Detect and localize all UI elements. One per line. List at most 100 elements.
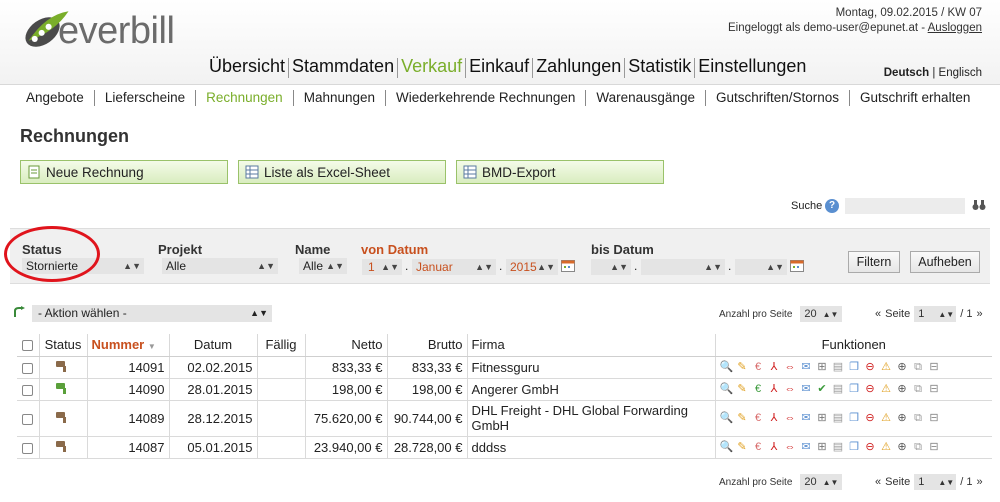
- page-select[interactable]: 1 ▲▼: [914, 474, 957, 490]
- subnav-gutschrift-erhalten[interactable]: Gutschrift erhalten: [850, 90, 980, 106]
- action-select[interactable]: - Aktion wählen - ▲▼: [32, 305, 272, 322]
- col-due[interactable]: Fällig: [257, 334, 306, 357]
- cart-icon[interactable]: ⊞: [816, 361, 829, 374]
- duplicate-icon[interactable]: ⧉: [912, 383, 925, 396]
- next-page-link[interactable]: »: [976, 476, 982, 488]
- duplicate-icon[interactable]: ⧉: [912, 441, 925, 454]
- row-checkbox[interactable]: [22, 413, 34, 425]
- search-icon[interactable]: 🔍: [720, 361, 734, 374]
- duplicate-icon[interactable]: ⧉: [912, 361, 925, 374]
- cart-icon[interactable]: ⊞: [816, 412, 829, 425]
- delete-doc-icon[interactable]: ⊖: [864, 383, 877, 396]
- mail-icon[interactable]: ✉: [800, 383, 813, 396]
- binoculars-icon[interactable]: [972, 199, 986, 211]
- calendar-icon[interactable]: [561, 260, 575, 272]
- nav-einkauf[interactable]: Einkauf: [467, 56, 531, 78]
- warning-icon[interactable]: ⚠: [880, 441, 893, 454]
- filter-button[interactable]: Filtern: [848, 251, 900, 273]
- archive-icon[interactable]: ⊟: [928, 361, 941, 374]
- copy-icon[interactable]: ❐: [848, 383, 861, 396]
- nav-verkauf[interactable]: Verkauf: [399, 56, 464, 78]
- lang-englisch[interactable]: Englisch: [939, 67, 982, 79]
- mail-icon[interactable]: ✉: [800, 361, 813, 374]
- code-icon[interactable]: ⇔: [784, 361, 797, 374]
- page-icon[interactable]: ▤: [832, 361, 845, 374]
- delete-doc-icon[interactable]: ⊖: [864, 441, 877, 454]
- warning-icon[interactable]: ⚠: [880, 383, 893, 396]
- col-gross[interactable]: Brutto: [387, 334, 468, 357]
- code-icon[interactable]: ⇔: [784, 412, 797, 425]
- clock-icon[interactable]: ⊕: [896, 412, 909, 425]
- help-icon[interactable]: ?: [825, 199, 839, 213]
- pdf-icon[interactable]: ⅄: [768, 383, 781, 396]
- search-icon[interactable]: 🔍: [720, 441, 734, 454]
- prev-page-link[interactable]: «: [875, 308, 881, 320]
- euro-icon[interactable]: €: [752, 361, 765, 374]
- calendar-icon[interactable]: [790, 260, 804, 272]
- warning-icon[interactable]: ⚠: [880, 412, 893, 425]
- euro-icon[interactable]: €: [752, 412, 765, 425]
- pdf-icon[interactable]: ⅄: [768, 361, 781, 374]
- subnav-warenausgaenge[interactable]: Warenausgänge: [586, 90, 706, 106]
- search-icon[interactable]: 🔍: [720, 412, 734, 425]
- row-checkbox[interactable]: [22, 442, 34, 454]
- trash-icon[interactable]: ⊟: [928, 383, 941, 396]
- code-icon[interactable]: ⇔: [784, 383, 797, 396]
- pencil-icon[interactable]: ✎: [736, 361, 749, 374]
- euro-icon[interactable]: €: [752, 383, 765, 396]
- pencil-icon[interactable]: ✎: [736, 412, 749, 425]
- copy-icon[interactable]: ❐: [848, 361, 861, 374]
- clock-icon[interactable]: ⊕: [896, 383, 909, 396]
- duplicate-icon[interactable]: ⧉: [912, 412, 925, 425]
- cart-check-icon[interactable]: ✔: [816, 383, 829, 396]
- pencil-icon[interactable]: ✎: [736, 441, 749, 454]
- page-select[interactable]: 1 ▲▼: [914, 306, 957, 322]
- next-page-link[interactable]: »: [976, 308, 982, 320]
- nav-zahlungen[interactable]: Zahlungen: [534, 56, 623, 78]
- mail-icon[interactable]: ✉: [800, 441, 813, 454]
- nav-statistik[interactable]: Statistik: [626, 56, 693, 78]
- bmd-export-button[interactable]: BMD-Export: [456, 160, 664, 184]
- page-icon[interactable]: ▤: [832, 412, 845, 425]
- col-net[interactable]: Netto: [305, 334, 388, 357]
- row-checkbox[interactable]: [22, 384, 34, 396]
- row-checkbox[interactable]: [22, 362, 34, 374]
- delete-doc-icon[interactable]: ⊖: [864, 361, 877, 374]
- col-number[interactable]: Nummer ▼: [87, 334, 170, 357]
- nav-einstellungen[interactable]: Einstellungen: [696, 56, 808, 78]
- copy-icon[interactable]: ❐: [848, 441, 861, 454]
- subnav-rechnungen[interactable]: Rechnungen: [196, 90, 294, 106]
- cart-icon[interactable]: ⊞: [816, 441, 829, 454]
- select-all-checkbox[interactable]: [22, 340, 34, 352]
- from-day-select[interactable]: 1 ▲▼: [362, 259, 402, 275]
- subnav-gutschriften[interactable]: Gutschriften/Stornos: [706, 90, 851, 106]
- per-page-select[interactable]: 20 ▲▼: [800, 474, 843, 490]
- name-select[interactable]: Alle ▲▼: [299, 258, 347, 274]
- from-month-select[interactable]: Januar ▲▼: [412, 259, 496, 275]
- pdf-icon[interactable]: ⅄: [768, 412, 781, 425]
- search-input[interactable]: [845, 198, 965, 214]
- reset-filter-button[interactable]: Aufheben: [910, 251, 980, 273]
- pdf-icon[interactable]: ⅄: [768, 441, 781, 454]
- subnav-angebote[interactable]: Angebote: [16, 90, 95, 106]
- col-status[interactable]: Status: [39, 334, 88, 357]
- project-select[interactable]: Alle ▲▼: [162, 258, 278, 274]
- from-year-select[interactable]: 2015 ▲▼: [506, 259, 558, 275]
- nav-stammdaten[interactable]: Stammdaten: [290, 56, 396, 78]
- page-icon[interactable]: ▤: [832, 383, 845, 396]
- clock-icon[interactable]: ⊕: [896, 361, 909, 374]
- warning-icon[interactable]: ⚠: [880, 361, 893, 374]
- copy-icon[interactable]: ❐: [848, 412, 861, 425]
- excel-export-button[interactable]: Liste als Excel-Sheet: [238, 160, 446, 184]
- clock-icon[interactable]: ⊕: [896, 441, 909, 454]
- code-icon[interactable]: ⇔: [784, 441, 797, 454]
- prev-page-link[interactable]: «: [875, 476, 881, 488]
- page-icon[interactable]: ▤: [832, 441, 845, 454]
- archive-icon[interactable]: ⊟: [928, 412, 941, 425]
- col-company[interactable]: Firma: [467, 334, 716, 357]
- to-month-select[interactable]: ▲▼: [641, 259, 725, 275]
- to-year-select[interactable]: ▲▼: [735, 259, 787, 275]
- nav-uebersicht[interactable]: Übersicht: [207, 56, 287, 78]
- subnav-mahnungen[interactable]: Mahnungen: [294, 90, 387, 106]
- lang-deutsch[interactable]: Deutsch: [884, 67, 929, 79]
